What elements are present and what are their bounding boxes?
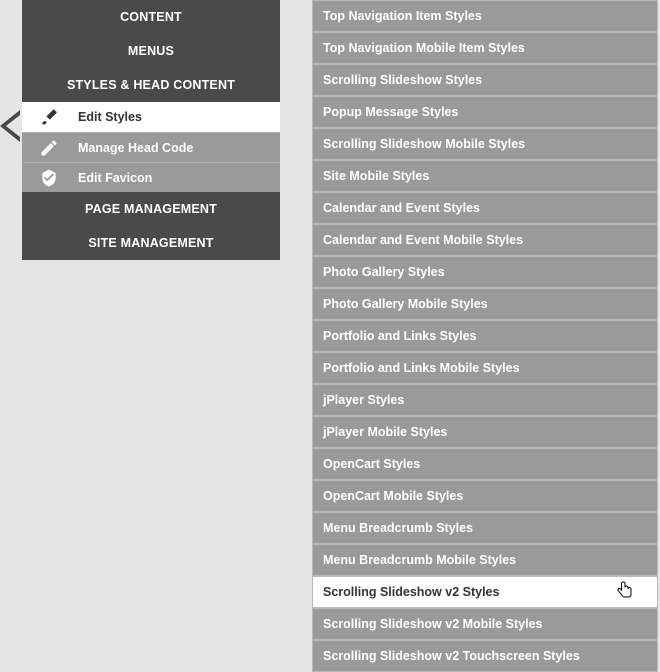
menu-edit-styles[interactable]: Edit Styles (22, 102, 280, 132)
section-styles-head[interactable]: STYLES & HEAD CONTENT (22, 68, 280, 102)
section-site-mgmt[interactable]: SITE MANAGEMENT (22, 226, 280, 260)
style-item-label: Site Mobile Styles (323, 169, 429, 183)
style-item-label: Popup Message Styles (323, 105, 458, 119)
style-item[interactable]: Top Navigation Mobile Item Styles (312, 32, 658, 64)
style-list: Top Navigation Item Styles Top Navigation… (312, 0, 658, 672)
style-item[interactable]: Photo Gallery Mobile Styles (312, 288, 658, 320)
style-item-label: Top Navigation Item Styles (323, 9, 482, 23)
style-item-label: OpenCart Styles (323, 457, 420, 471)
style-item-label: Photo Gallery Styles (323, 265, 445, 279)
style-item[interactable]: jPlayer Styles (312, 384, 658, 416)
style-item-label: Calendar and Event Mobile Styles (323, 233, 523, 247)
collapse-arrow-inner-icon (6, 115, 20, 137)
style-item[interactable]: Photo Gallery Styles (312, 256, 658, 288)
style-item[interactable]: jPlayer Mobile Styles (312, 416, 658, 448)
style-item-label: Scrolling Slideshow v2 Styles (323, 585, 499, 599)
menu-edit-styles-label: Edit Styles (78, 110, 142, 124)
style-item[interactable]: Calendar and Event Styles (312, 192, 658, 224)
style-item[interactable]: Top Navigation Item Styles (312, 0, 658, 32)
favicon-icon (38, 167, 60, 189)
brush-icon (38, 106, 60, 128)
style-item-label: jPlayer Styles (323, 393, 404, 407)
style-item[interactable]: Menu Breadcrumb Mobile Styles (312, 544, 658, 576)
pencil-icon (38, 137, 60, 159)
style-item-label: Portfolio and Links Styles (323, 329, 477, 343)
section-content[interactable]: CONTENT (22, 0, 280, 34)
style-item[interactable]: OpenCart Styles (312, 448, 658, 480)
style-item-label: Portfolio and Links Mobile Styles (323, 361, 520, 375)
menu-edit-favicon[interactable]: Edit Favicon (22, 162, 280, 192)
style-item-label: Calendar and Event Styles (323, 201, 480, 215)
menu-manage-head-label: Manage Head Code (78, 141, 193, 155)
style-item[interactable]: Scrolling Slideshow Mobile Styles (312, 128, 658, 160)
style-item-label: jPlayer Mobile Styles (323, 425, 447, 439)
style-item[interactable]: Scrolling Slideshow v2 Touchscreen Style… (312, 640, 658, 672)
style-item[interactable]: Site Mobile Styles (312, 160, 658, 192)
section-page-mgmt[interactable]: PAGE MANAGEMENT (22, 192, 280, 226)
cursor-hand-icon (617, 581, 635, 603)
style-item[interactable]: Popup Message Styles (312, 96, 658, 128)
style-item[interactable]: Portfolio and Links Mobile Styles (312, 352, 658, 384)
style-item[interactable]: OpenCart Mobile Styles (312, 480, 658, 512)
style-item[interactable]: Portfolio and Links Styles (312, 320, 658, 352)
menu-edit-favicon-label: Edit Favicon (78, 171, 152, 185)
style-item-label: Scrolling Slideshow Mobile Styles (323, 137, 525, 151)
style-item-label: Scrolling Slideshow v2 Touchscreen Style… (323, 649, 580, 663)
menu-manage-head[interactable]: Manage Head Code (22, 132, 280, 162)
style-item-label: Menu Breadcrumb Mobile Styles (323, 553, 516, 567)
style-item-label: Menu Breadcrumb Styles (323, 521, 473, 535)
left-panel: CONTENT MENUS STYLES & HEAD CONTENT Edit… (22, 0, 280, 260)
style-item-label: Scrolling Slideshow v2 Mobile Styles (323, 617, 543, 631)
style-item-label: Photo Gallery Mobile Styles (323, 297, 488, 311)
style-item[interactable]: Scrolling Slideshow v2 Styles (312, 576, 658, 608)
style-item-label: Scrolling Slideshow Styles (323, 73, 482, 87)
style-item[interactable]: Scrolling Slideshow v2 Mobile Styles (312, 608, 658, 640)
section-menus[interactable]: MENUS (22, 34, 280, 68)
style-item[interactable]: Menu Breadcrumb Styles (312, 512, 658, 544)
style-item-label: Top Navigation Mobile Item Styles (323, 41, 525, 55)
style-item[interactable]: Scrolling Slideshow Styles (312, 64, 658, 96)
style-item-label: OpenCart Mobile Styles (323, 489, 463, 503)
style-item[interactable]: Calendar and Event Mobile Styles (312, 224, 658, 256)
